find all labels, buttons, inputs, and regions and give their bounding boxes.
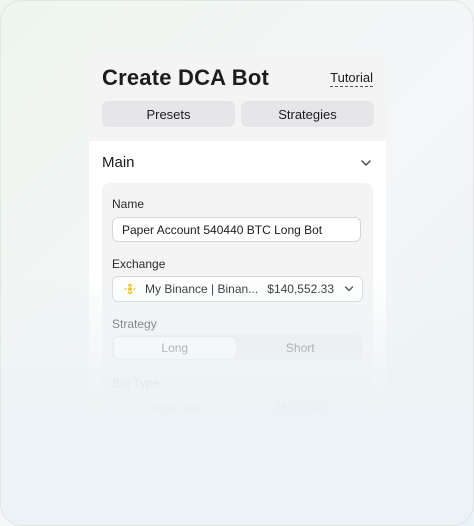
exchange-label: Exchange — [112, 257, 166, 271]
create-bot-panel: Create DCA Bot Tutorial Presets Strategi… — [89, 52, 386, 452]
main-section: Main Name Exchange — [89, 141, 386, 452]
binance-icon — [124, 283, 136, 295]
chevron-down-icon — [344, 286, 354, 292]
page-title: Create DCA Bot — [102, 65, 270, 90]
strategy-toggle: Long Short — [112, 335, 363, 361]
bot-type-single-pair-option[interactable]: Single-pair — [114, 397, 236, 419]
exchange-name: My Binance | Binan... — [145, 282, 259, 296]
bot-type-multi-pair-option[interactable]: Multi-pair — [240, 397, 362, 419]
exchange-balance: $140,552.33 — [267, 282, 334, 296]
strategy-long-option[interactable]: Long — [114, 337, 236, 359]
bot-type-toggle: Single-pair Multi-pair — [112, 395, 363, 421]
name-label: Name — [112, 197, 145, 211]
app-frame: Create DCA Bot Tutorial Presets Strategi… — [0, 0, 474, 526]
strategy-short-option[interactable]: Short — [240, 337, 362, 359]
presets-button[interactable]: Presets — [102, 101, 235, 127]
strategies-button[interactable]: Strategies — [241, 101, 374, 127]
pairs-label: Pairs — [112, 435, 140, 449]
bot-type-label: Bot Type — [112, 376, 160, 390]
main-fields: Name Exchange My Binance | Binan... — [102, 183, 373, 452]
chevron-down-icon[interactable] — [360, 157, 372, 169]
section-title[interactable]: Main — [102, 154, 135, 171]
strategy-label: Strategy — [112, 317, 157, 331]
tutorial-link[interactable]: Tutorial — [330, 70, 373, 87]
exchange-select[interactable]: My Binance | Binan... $140,552.33 — [112, 276, 363, 302]
name-input[interactable] — [112, 217, 361, 242]
panel-header: Create DCA Bot Tutorial Presets Strategi… — [89, 52, 386, 140]
